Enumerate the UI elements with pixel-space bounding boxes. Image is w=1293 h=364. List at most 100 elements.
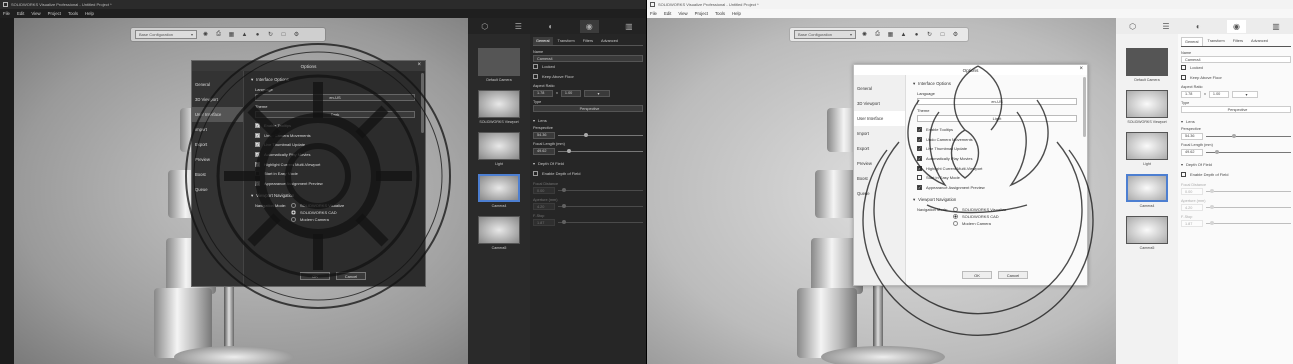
checkbox-appearance-preview[interactable]: ✓ Appearance Assignment Preview: [917, 183, 1077, 193]
aspect-preset-dropdown[interactable]: ▾: [583, 89, 610, 97]
fstop-field[interactable]: 1.87: [1181, 220, 1203, 228]
section-viewport-navigation[interactable]: ▾ Viewport Navigation: [251, 191, 415, 200]
camera-item[interactable]: Light: [478, 132, 520, 166]
tab-filters[interactable]: Filters: [1230, 37, 1246, 46]
checkbox-highlight-viewport[interactable]: ✓ Highlight Current Multi-Viewport: [255, 159, 415, 169]
dialog-scrollbar[interactable]: [421, 73, 424, 133]
radio-modern[interactable]: Modern Camera: [953, 220, 1077, 227]
lamp-icon[interactable]: ▲: [899, 30, 908, 39]
checkbox-locked[interactable]: Locked: [1181, 63, 1291, 73]
focal-length-slider[interactable]: [1206, 149, 1291, 154]
theme-dropdown[interactable]: Light: [917, 115, 1077, 122]
sidebar-item-boost[interactable]: Boost: [192, 167, 243, 182]
fstop-slider[interactable]: [558, 220, 643, 225]
menu-file[interactable]: File: [650, 11, 657, 16]
checkbox-appearance-preview[interactable]: ✓ Appearance Assignment Preview: [255, 179, 415, 189]
close-icon[interactable]: ×: [417, 62, 421, 68]
tab-transform[interactable]: Transform: [1205, 37, 1228, 46]
checkbox-easy-mode[interactable]: Start in Easy Mode: [917, 173, 1077, 183]
focal-distance-field[interactable]: 0.00: [533, 187, 555, 195]
tab-transform[interactable]: Transform: [555, 37, 578, 45]
perspective-slider[interactable]: [558, 132, 643, 137]
aperture-slider[interactable]: [1206, 205, 1291, 210]
focal-distance-slider[interactable]: [558, 188, 643, 193]
sidebar-item-import[interactable]: Import: [192, 122, 243, 137]
perspective-field[interactable]: 54.36: [533, 131, 555, 139]
scene-icon[interactable]: ◐: [1196, 22, 1201, 31]
camera-icon[interactable]: ◉: [1226, 19, 1246, 33]
square-icon[interactable]: □: [938, 30, 947, 39]
sidebar-item-preview[interactable]: Preview: [854, 156, 905, 171]
sidebar-item-boost[interactable]: Boost: [854, 171, 905, 186]
sidebar-item-preview[interactable]: Preview: [192, 152, 243, 167]
language-dropdown[interactable]: en-US: [917, 98, 1077, 105]
menu-file[interactable]: File: [3, 11, 10, 16]
sun-icon[interactable]: ✺: [860, 30, 869, 39]
sphere-icon[interactable]: ●: [912, 30, 921, 39]
section-interface-options[interactable]: ▾ Interface Options: [913, 79, 1077, 88]
cancel-button[interactable]: Cancel: [336, 272, 366, 280]
camera-item[interactable]: Camera5: [1126, 216, 1168, 250]
square-icon[interactable]: □: [279, 30, 288, 39]
language-dropdown[interactable]: en-US: [255, 94, 415, 101]
refresh-icon[interactable]: ↻: [266, 30, 275, 39]
aspect-preset-dropdown[interactable]: ▾: [1231, 90, 1258, 98]
sun-icon[interactable]: ✺: [201, 30, 210, 39]
tab-general[interactable]: General: [533, 37, 553, 45]
checkbox-undo-camera[interactable]: ✓ Undo Camera Movements: [917, 135, 1077, 145]
aperture-field[interactable]: 4.20: [1181, 204, 1203, 212]
aspect-width-field[interactable]: 1.78: [1181, 90, 1201, 98]
ok-button[interactable]: OK: [300, 272, 330, 280]
camera-item[interactable]: Default Camera: [478, 48, 520, 82]
menu-view[interactable]: View: [31, 11, 40, 16]
camera-item[interactable]: Light: [1126, 132, 1168, 166]
tab-general[interactable]: General: [1181, 37, 1203, 46]
checkbox-locked[interactable]: Locked: [533, 62, 643, 72]
theme-dropdown[interactable]: Dark: [255, 111, 415, 118]
aspect-width-field[interactable]: 1.78: [533, 89, 553, 97]
sphere-icon[interactable]: ●: [253, 30, 262, 39]
camera-item[interactable]: SOLIDWORKS Viewport: [1126, 90, 1168, 124]
lamp-icon[interactable]: ▲: [240, 30, 249, 39]
perspective-field[interactable]: 54.36: [1181, 132, 1203, 140]
tab-advanced[interactable]: Advanced: [598, 37, 621, 45]
menu-edit[interactable]: Edit: [17, 11, 24, 16]
camera-item[interactable]: Camera4: [1126, 174, 1168, 208]
checkbox-enable-dof[interactable]: Enable Depth of Field: [1181, 170, 1291, 180]
configuration-dropdown[interactable]: Base Configuration ▾: [794, 30, 856, 39]
type-dropdown[interactable]: Perspective: [533, 105, 643, 113]
checkbox-keep-above-floor[interactable]: Keep Above Floor: [533, 72, 643, 82]
configuration-dropdown[interactable]: Base Configuration ▾: [135, 30, 197, 39]
sidebar-item-3d-viewport[interactable]: 3D Viewport: [192, 92, 243, 107]
section-viewport-navigation[interactable]: ▾ Viewport Navigation: [913, 195, 1077, 204]
sidebar-item-user-interface[interactable]: User Interface: [854, 111, 905, 126]
print-icon[interactable]: ⎙: [214, 30, 223, 39]
focal-distance-field[interactable]: 0.00: [1181, 188, 1203, 196]
checkbox-highlight-viewport[interactable]: ✓ Highlight Current Multi-Viewport: [917, 163, 1077, 173]
sidebar-item-import[interactable]: Import: [854, 126, 905, 141]
checkbox-play-movies[interactable]: ✓ Automatically Play Movies: [255, 150, 415, 160]
close-icon[interactable]: ×: [1079, 66, 1083, 72]
section-depth-of-field[interactable]: ▾ Depth Of Field: [1181, 162, 1291, 167]
checkbox-enable-dof[interactable]: Enable Depth of Field: [533, 169, 643, 179]
tab-filters[interactable]: Filters: [580, 37, 596, 45]
sidebar-item-queue[interactable]: Queue: [854, 186, 905, 201]
fstop-field[interactable]: 1.87: [533, 219, 555, 227]
checkbox-enable-tooltips[interactable]: ✓ Enable Tooltips: [255, 121, 415, 131]
radio-visualize[interactable]: SOLIDWORKS Visualize: [291, 202, 415, 209]
cube-icon[interactable]: ⬡: [1129, 22, 1136, 31]
sidebar-item-export[interactable]: Export: [854, 141, 905, 156]
sidebar-item-export[interactable]: Export: [192, 137, 243, 152]
radio-cad[interactable]: SOLIDWORKS CAD: [953, 213, 1077, 220]
tab-advanced[interactable]: Advanced: [1248, 37, 1271, 46]
camera-icon[interactable]: ◉: [579, 19, 599, 33]
cancel-button[interactable]: Cancel: [998, 271, 1028, 279]
layers-icon[interactable]: ☰: [1162, 22, 1169, 31]
menu-project[interactable]: Project: [695, 11, 708, 16]
sidebar-item-general[interactable]: General: [192, 77, 243, 92]
section-lens[interactable]: ▾ Lens: [1181, 119, 1291, 124]
aspect-height-field[interactable]: 1.00: [560, 89, 581, 97]
camera-item[interactable]: Default Camera: [1126, 48, 1168, 82]
menu-project[interactable]: Project: [48, 11, 61, 16]
radio-modern[interactable]: Modern Camera: [291, 216, 415, 223]
